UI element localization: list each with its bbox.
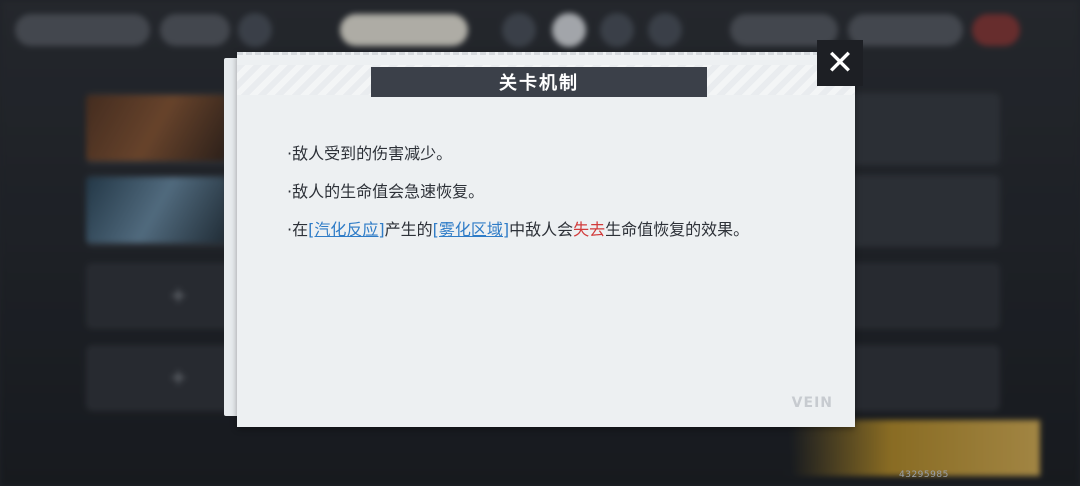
keyword-link-mist-zone[interactable]: [雾化区域] [433,220,510,239]
rule-item: ·敌人的生命值会急速恢复。 [287,182,485,201]
rule-text: 产生的 [384,220,433,239]
rule-item: ·敌人受到的伤害减少。 [287,144,453,163]
close-button[interactable]: ✕ [817,40,863,86]
stage-mechanics-dialog: 关卡机制 ·敌人受到的伤害减少。 ·敌人的生命值会急速恢复。 ·在[汽化反应]产… [237,52,855,427]
highlight-lose: 失去 [573,220,606,239]
rule-text: 生命值恢复的效果。 [605,220,750,239]
vein-logo-watermark: VEIN [791,395,833,411]
rule-text: ·在 [287,220,309,239]
close-icon: ✕ [825,43,855,83]
rules-list: ·敌人受到的伤害减少。 ·敌人的生命值会急速恢复。 ·在[汽化反应]产生的[雾化… [287,143,835,257]
rule-item: ·在[汽化反应]产生的[雾化区域]中敌人会失去生命值恢复的效果。 [287,219,835,241]
rule-text: 中敌人会 [509,220,574,239]
player-id-label: 43295985 [899,470,949,480]
keyword-link-vaporize[interactable]: [汽化反应] [308,220,385,239]
dialog-title: 关卡机制 [371,67,707,97]
